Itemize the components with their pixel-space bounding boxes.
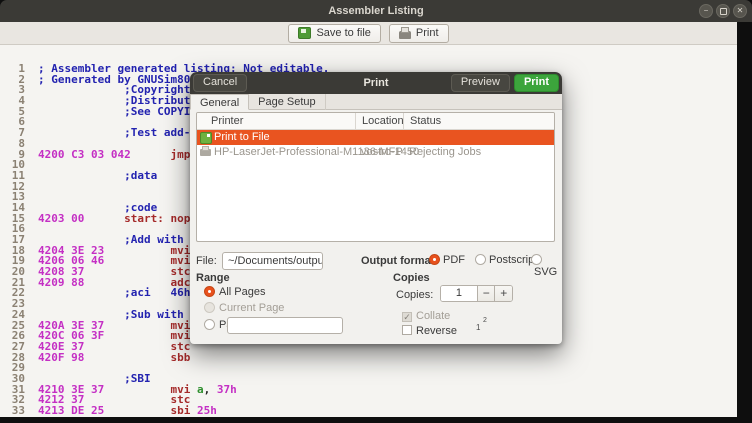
printer-name: Print to File (214, 131, 270, 143)
minimize-button[interactable]: − (699, 4, 713, 18)
range-current-page: Current Page (204, 302, 284, 314)
save-to-file-button[interactable]: Save to file (288, 23, 381, 43)
copies-value[interactable]: 1 (441, 286, 477, 301)
column-header-location[interactable]: Location (355, 113, 404, 129)
format-option-pdf[interactable]: PDF (429, 254, 465, 266)
reverse-option[interactable]: Reverse (402, 325, 457, 337)
window-controls: − ✕ (699, 4, 747, 18)
close-button[interactable]: ✕ (733, 4, 747, 18)
print-dialog-titlebar[interactable]: Print Cancel Preview Print (190, 72, 562, 94)
copies-increment-button[interactable]: + (494, 286, 512, 301)
printer-list-header: Printer Location Status (197, 113, 554, 130)
tab-general[interactable]: General (190, 94, 250, 110)
format-option-postscript[interactable]: Postscript (475, 254, 537, 266)
file-entry[interactable]: ~/Documents/output.pdf (222, 252, 323, 270)
printer-row-hp-laserjet[interactable]: HP-LaserJet-Professional-M1136-MFP vostr… (197, 145, 554, 160)
column-header-printer[interactable]: Printer (211, 113, 243, 129)
format-option-svg[interactable]: SVG (531, 254, 557, 278)
copies-spinbutton: 1 − + (440, 285, 513, 302)
print-dialog: Print Cancel Preview Print General Page … (190, 72, 562, 344)
printer-list[interactable]: Printer Location Status Print to File HP… (196, 112, 555, 242)
save-icon (298, 27, 312, 39)
print-to-file-icon (200, 132, 212, 144)
preview-button[interactable]: Preview (450, 74, 510, 92)
maximize-button[interactable] (716, 4, 730, 18)
code-line: 28 420F 98 sbb (11, 350, 191, 364)
toolbar: Save to file Print (0, 22, 737, 45)
radio-pdf (429, 254, 440, 265)
range-all-pages[interactable]: All Pages (204, 286, 265, 298)
copies-label: Copies: (396, 289, 434, 301)
copies-heading: Copies (393, 272, 430, 284)
cancel-button[interactable]: Cancel (193, 74, 248, 92)
printer-row-print-to-file[interactable]: Print to File (197, 130, 554, 145)
radio-postscript (475, 254, 486, 265)
printer-icon (200, 146, 211, 156)
collate-checkbox: ✓ (402, 312, 412, 322)
collate-option: ✓ Collate (402, 310, 451, 322)
tab-page-setup[interactable]: Page Setup (249, 94, 326, 110)
radio-pages (204, 319, 215, 330)
printer-status: Rejecting Jobs (409, 146, 482, 158)
radio-current-page (204, 302, 215, 313)
pages-entry[interactable] (227, 317, 343, 334)
file-row: File: ~/Documents/output.pdf Output form… (196, 252, 557, 278)
save-to-file-label: Save to file (316, 27, 371, 39)
code-line: 33 4213 DE 25 sbi 25h (11, 404, 217, 417)
window-title: Assembler Listing (328, 5, 424, 17)
print-label: Print (415, 27, 439, 39)
window-titlebar[interactable]: Assembler Listing − ✕ (0, 0, 752, 22)
copies-decrement-button[interactable]: − (476, 286, 495, 301)
output-format-label: Output format: (361, 255, 438, 267)
column-header-status[interactable]: Status (403, 113, 441, 129)
reverse-checkbox (402, 325, 412, 335)
collate-preview-icon: 1 2 (476, 317, 487, 332)
file-label: File: (196, 255, 217, 267)
radio-all-pages (204, 286, 215, 297)
radio-svg (531, 254, 542, 265)
dialog-tabs: General Page Setup (190, 94, 562, 110)
print-button[interactable]: Print (388, 23, 449, 43)
printer-icon (398, 26, 411, 39)
range-heading: Range (196, 272, 230, 284)
maximize-icon (719, 8, 727, 15)
print-confirm-button[interactable]: Print (513, 74, 559, 92)
